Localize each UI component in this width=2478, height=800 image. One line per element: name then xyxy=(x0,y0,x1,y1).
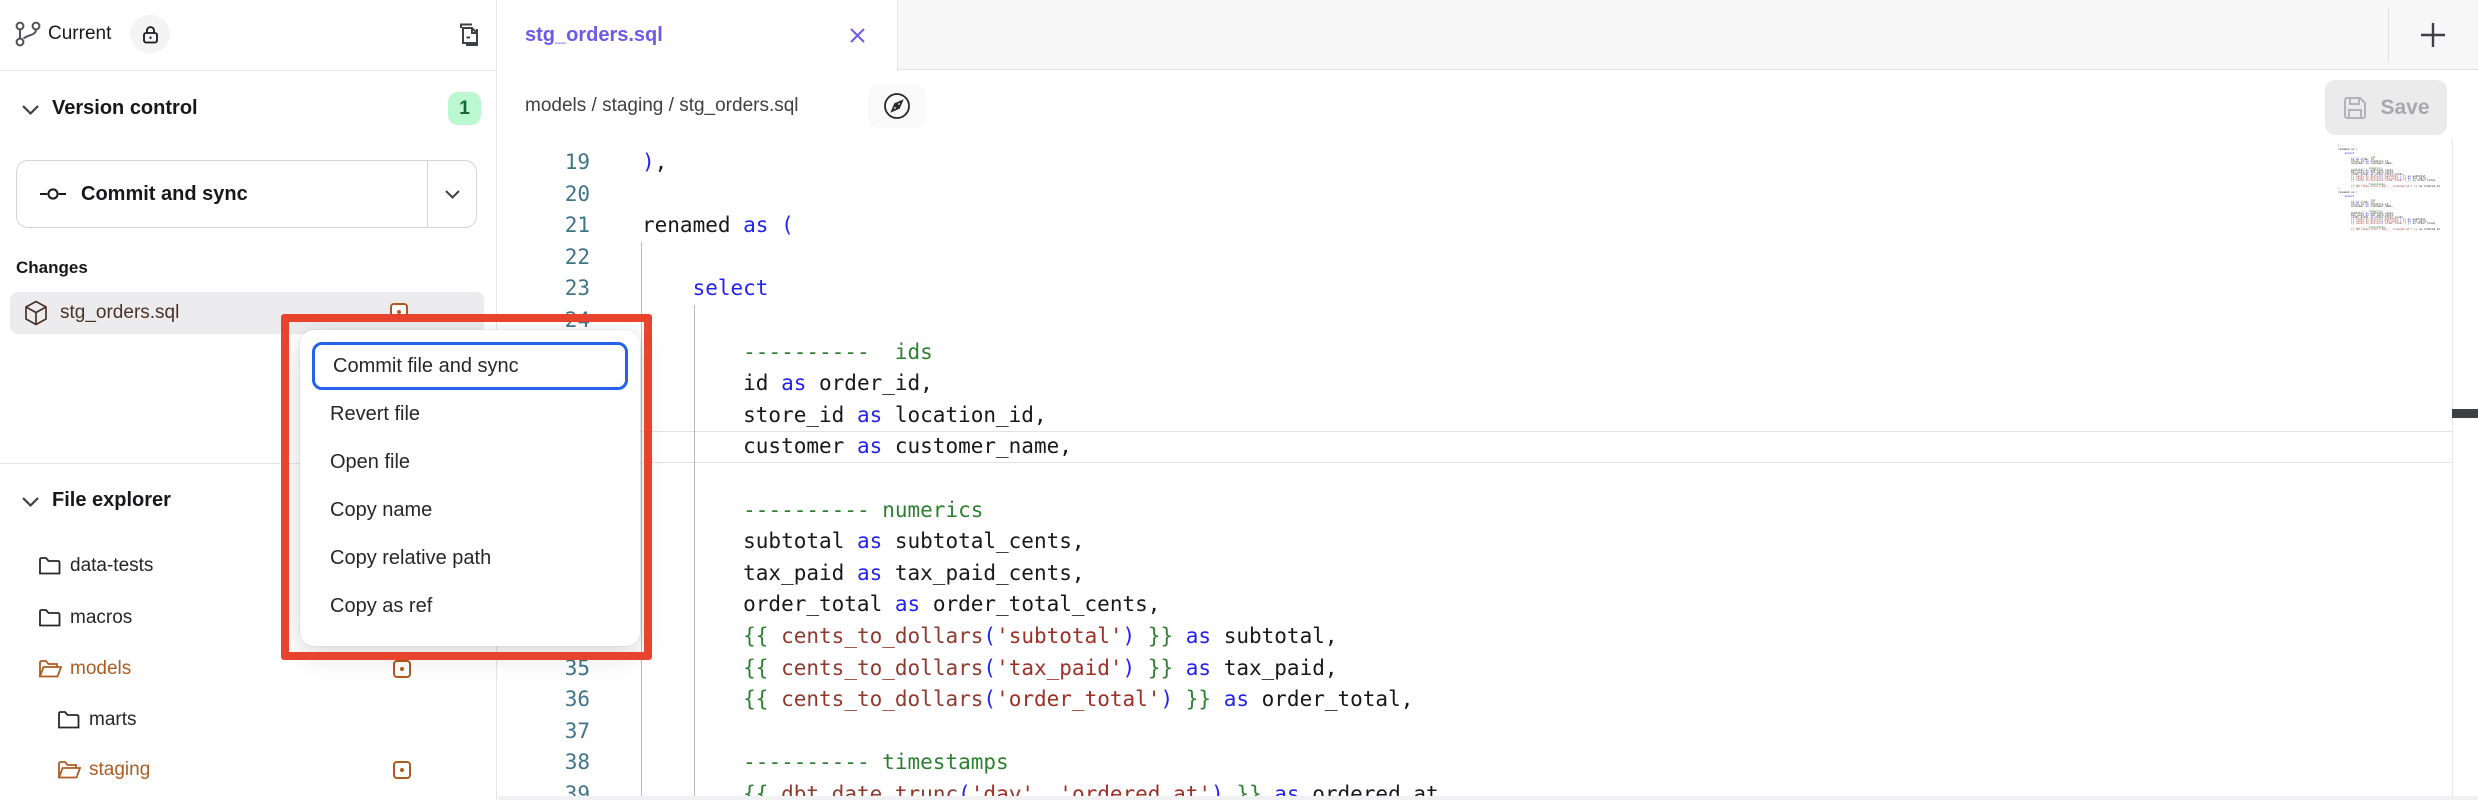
line-number: 37 xyxy=(515,716,590,748)
code-line: ---------- timestamps xyxy=(642,747,1439,779)
code-line: select xyxy=(642,273,1439,305)
changes-section-label: Changes xyxy=(16,258,88,278)
file-explorer-title: File explorer xyxy=(52,489,171,512)
commit-options-dropdown[interactable] xyxy=(427,161,476,227)
save-button[interactable]: Save xyxy=(2325,80,2447,135)
menu-item-commit-file-and-sync[interactable]: Commit file and sync xyxy=(312,342,628,390)
minimap-line: {{ cents_to_dollars('order_total') }} as… xyxy=(2338,222,2452,224)
folder-name: data-tests xyxy=(70,555,153,577)
minimap-line: {{ dbt.date_trunc('day', 'ordered_at') }… xyxy=(2338,228,2452,230)
folder-modified-badge xyxy=(393,761,411,779)
file-tree-item-marts[interactable]: marts xyxy=(0,703,496,737)
code-line: order_total as order_total_cents, xyxy=(642,589,1439,621)
code-lines[interactable]: ), renamed as ( select ---------- ids id… xyxy=(642,147,1439,800)
file-tree-item-models[interactable]: models xyxy=(0,652,496,686)
code-line xyxy=(642,305,1439,337)
folder-name: macros xyxy=(70,607,132,629)
line-number: 36 xyxy=(515,684,590,716)
code-line: {{ cents_to_dollars('tax_paid') }} as ta… xyxy=(642,653,1439,685)
breadcrumb: models / staging / stg_orders.sql xyxy=(525,95,799,117)
file-modified-badge xyxy=(390,303,408,321)
code-line: {{ cents_to_dollars('order_total') }} as… xyxy=(642,684,1439,716)
code-line xyxy=(642,242,1439,274)
line-number: 20 xyxy=(515,179,590,211)
open-folder-icon xyxy=(57,760,81,780)
branch-readonly-lock-icon xyxy=(130,15,170,53)
line-number: 23 xyxy=(515,273,590,305)
branch-bar: Current xyxy=(0,0,497,71)
code-line xyxy=(642,463,1439,495)
menu-item-copy-as-ref[interactable]: Copy as ref xyxy=(312,582,628,630)
folder-icon xyxy=(38,608,61,628)
commit-icon xyxy=(39,182,67,206)
code-line: customer as customer_name, xyxy=(642,431,1439,463)
folder-icon xyxy=(38,556,61,576)
version-control-title: Version control xyxy=(52,97,198,120)
git-branch-icon xyxy=(15,20,41,48)
minimap-line: {{ cents_to_dollars('order_total') }} as… xyxy=(2338,179,2452,181)
tab-stg-orders[interactable]: stg_orders.sql xyxy=(497,0,898,71)
menu-item-copy-name[interactable]: Copy name xyxy=(312,486,628,534)
new-tab-button[interactable] xyxy=(2410,12,2456,58)
duplicate-file-icon[interactable] xyxy=(450,17,486,53)
open-folder-icon xyxy=(38,659,62,679)
code-line xyxy=(642,179,1439,211)
minimap[interactable]: ), renamed as ( select ---------- ids id… xyxy=(2338,144,2452,234)
code-editor[interactable]: 1920212223242526272829303132333435363738… xyxy=(498,140,2452,800)
commit-and-sync-button[interactable]: Commit and sync xyxy=(16,160,477,228)
file-tree-item-staging[interactable]: staging xyxy=(0,753,496,787)
folder-icon xyxy=(57,710,80,730)
code-line xyxy=(642,716,1439,748)
line-number: 21 xyxy=(515,210,590,242)
minimap-line: {{ dbt.date_trunc('day', 'ordered_at') }… xyxy=(2338,185,2452,187)
file-context-menu: Commit file and syncRevert fileOpen file… xyxy=(300,330,640,646)
branch-name: Current xyxy=(48,23,111,45)
changed-file-name: stg_orders.sql xyxy=(60,302,179,324)
folder-modified-badge xyxy=(393,660,411,678)
changed-file-row[interactable]: stg_orders.sql xyxy=(10,292,484,334)
code-line: ), xyxy=(642,147,1439,179)
line-number: 38 xyxy=(515,747,590,779)
model-cube-icon xyxy=(24,300,48,326)
folder-name: staging xyxy=(89,759,150,781)
save-label: Save xyxy=(2380,96,2429,120)
code-line: tax_paid as tax_paid_cents, xyxy=(642,558,1439,590)
code-line: ---------- numerics xyxy=(642,495,1439,527)
code-line: ---------- ids xyxy=(642,337,1439,369)
file-explorer-collapse-chevron-icon[interactable] xyxy=(18,491,42,513)
save-icon xyxy=(2342,95,2368,121)
tab-bar-divider xyxy=(2388,8,2389,62)
code-line: store_id as location_id, xyxy=(642,400,1439,432)
horizontal-scrollbar-track[interactable] xyxy=(498,796,2478,800)
line-number: 19 xyxy=(515,147,590,179)
code-line: id as order_id, xyxy=(642,368,1439,400)
menu-item-open-file[interactable]: Open file xyxy=(312,438,628,486)
code-line: renamed as ( xyxy=(642,210,1439,242)
menu-item-copy-relative-path[interactable]: Copy relative path xyxy=(312,534,628,582)
tab-label: stg_orders.sql xyxy=(525,24,663,47)
code-line: {{ cents_to_dollars('subtotal') }} as su… xyxy=(642,621,1439,653)
changes-count-badge: 1 xyxy=(448,92,481,125)
commit-and-sync-label: Commit and sync xyxy=(81,183,248,206)
folder-name: models xyxy=(70,658,131,680)
line-number: 35 xyxy=(515,653,590,685)
version-control-collapse-chevron-icon[interactable] xyxy=(18,99,42,121)
scrollbar-thumb[interactable] xyxy=(2452,409,2478,418)
menu-item-revert-file[interactable]: Revert file xyxy=(312,390,628,438)
line-number: 22 xyxy=(515,242,590,274)
folder-name: marts xyxy=(89,709,137,731)
tab-close-icon[interactable] xyxy=(848,26,867,45)
ide-window: Current Version contr xyxy=(0,0,2478,800)
code-line: subtotal as subtotal_cents, xyxy=(642,526,1439,558)
lineage-compass-icon[interactable] xyxy=(868,84,926,128)
editor-right-divider xyxy=(2452,140,2453,800)
